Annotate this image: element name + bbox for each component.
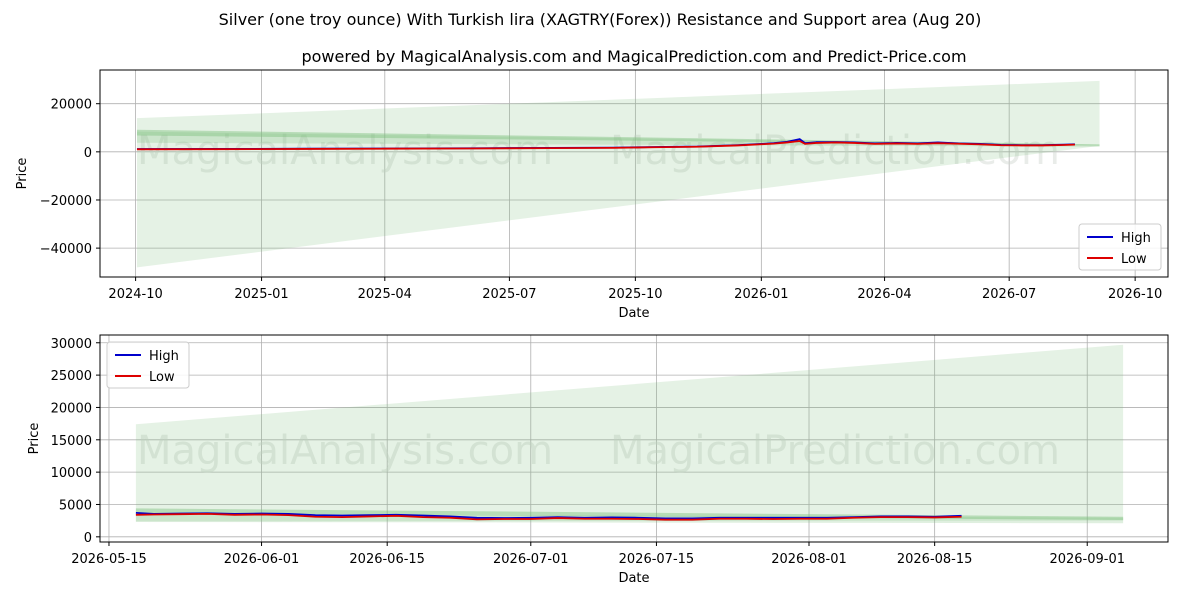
x-axis-label: Date xyxy=(618,571,649,586)
x-tick-label: 2026-08-01 xyxy=(771,552,847,567)
y-axis-label: Price xyxy=(15,158,30,190)
x-tick-label: 2026-09-01 xyxy=(1049,552,1125,567)
y-tick-label: 25000 xyxy=(51,369,92,384)
x-tick-label: 2025-01 xyxy=(234,287,288,302)
y-tick-label: 15000 xyxy=(51,434,92,449)
x-tick-label: 2025-07 xyxy=(482,287,536,302)
legend: High Low xyxy=(106,341,190,389)
panel-overview: MagicalAnalysis.com MagicalPrediction.com… xyxy=(15,69,1169,321)
x-tick-label: 2026-08-15 xyxy=(897,552,973,567)
x-tick-label: 2025-10 xyxy=(608,287,662,302)
legend-label-low: Low xyxy=(1121,252,1147,267)
y-tick-label: 0 xyxy=(84,146,92,161)
legend-label-low: Low xyxy=(149,370,175,385)
x-tick-label: 2026-06-15 xyxy=(349,552,425,567)
x-tick-label: 2026-07 xyxy=(982,287,1036,302)
x-tick-label: 2025-04 xyxy=(358,287,412,302)
x-tick-label: 2026-06-01 xyxy=(224,552,300,567)
y-tick-label: −40000 xyxy=(40,242,92,257)
legend-label-high: High xyxy=(1121,231,1151,246)
y-tick-label: 20000 xyxy=(51,401,92,416)
support-resistance-band xyxy=(136,80,1100,268)
y-tick-label: 30000 xyxy=(51,337,92,352)
x-tick-label: 2026-07-01 xyxy=(493,552,569,567)
x-tick-label: 2026-01 xyxy=(734,287,788,302)
chart-canvas: powered by MagicalAnalysis.com and Magic… xyxy=(15,47,1169,586)
y-tick-label: −20000 xyxy=(40,194,92,209)
x-tick-label: 2024-10 xyxy=(108,287,162,302)
x-tick-label: 2026-10 xyxy=(1108,287,1162,302)
chart-subtitle: powered by MagicalAnalysis.com and Magic… xyxy=(301,47,966,66)
x-tick-label: 2026-04 xyxy=(857,287,911,302)
panel-recent: MagicalAnalysis.com MagicalPrediction.com… xyxy=(27,334,1169,586)
y-tick-label: 10000 xyxy=(51,466,92,481)
x-axis-label: Date xyxy=(618,306,649,321)
legend-label-high: High xyxy=(149,349,179,364)
x-tick-label: 2026-05-15 xyxy=(71,552,147,567)
legend: High Low xyxy=(1078,223,1162,271)
y-tick-label: 20000 xyxy=(51,98,92,113)
y-axis-label: Price xyxy=(27,423,42,455)
y-tick-label: 5000 xyxy=(59,498,92,513)
support-resistance-band xyxy=(135,344,1124,522)
x-tick-label: 2026-07-15 xyxy=(619,552,695,567)
y-tick-label: 0 xyxy=(84,531,92,546)
